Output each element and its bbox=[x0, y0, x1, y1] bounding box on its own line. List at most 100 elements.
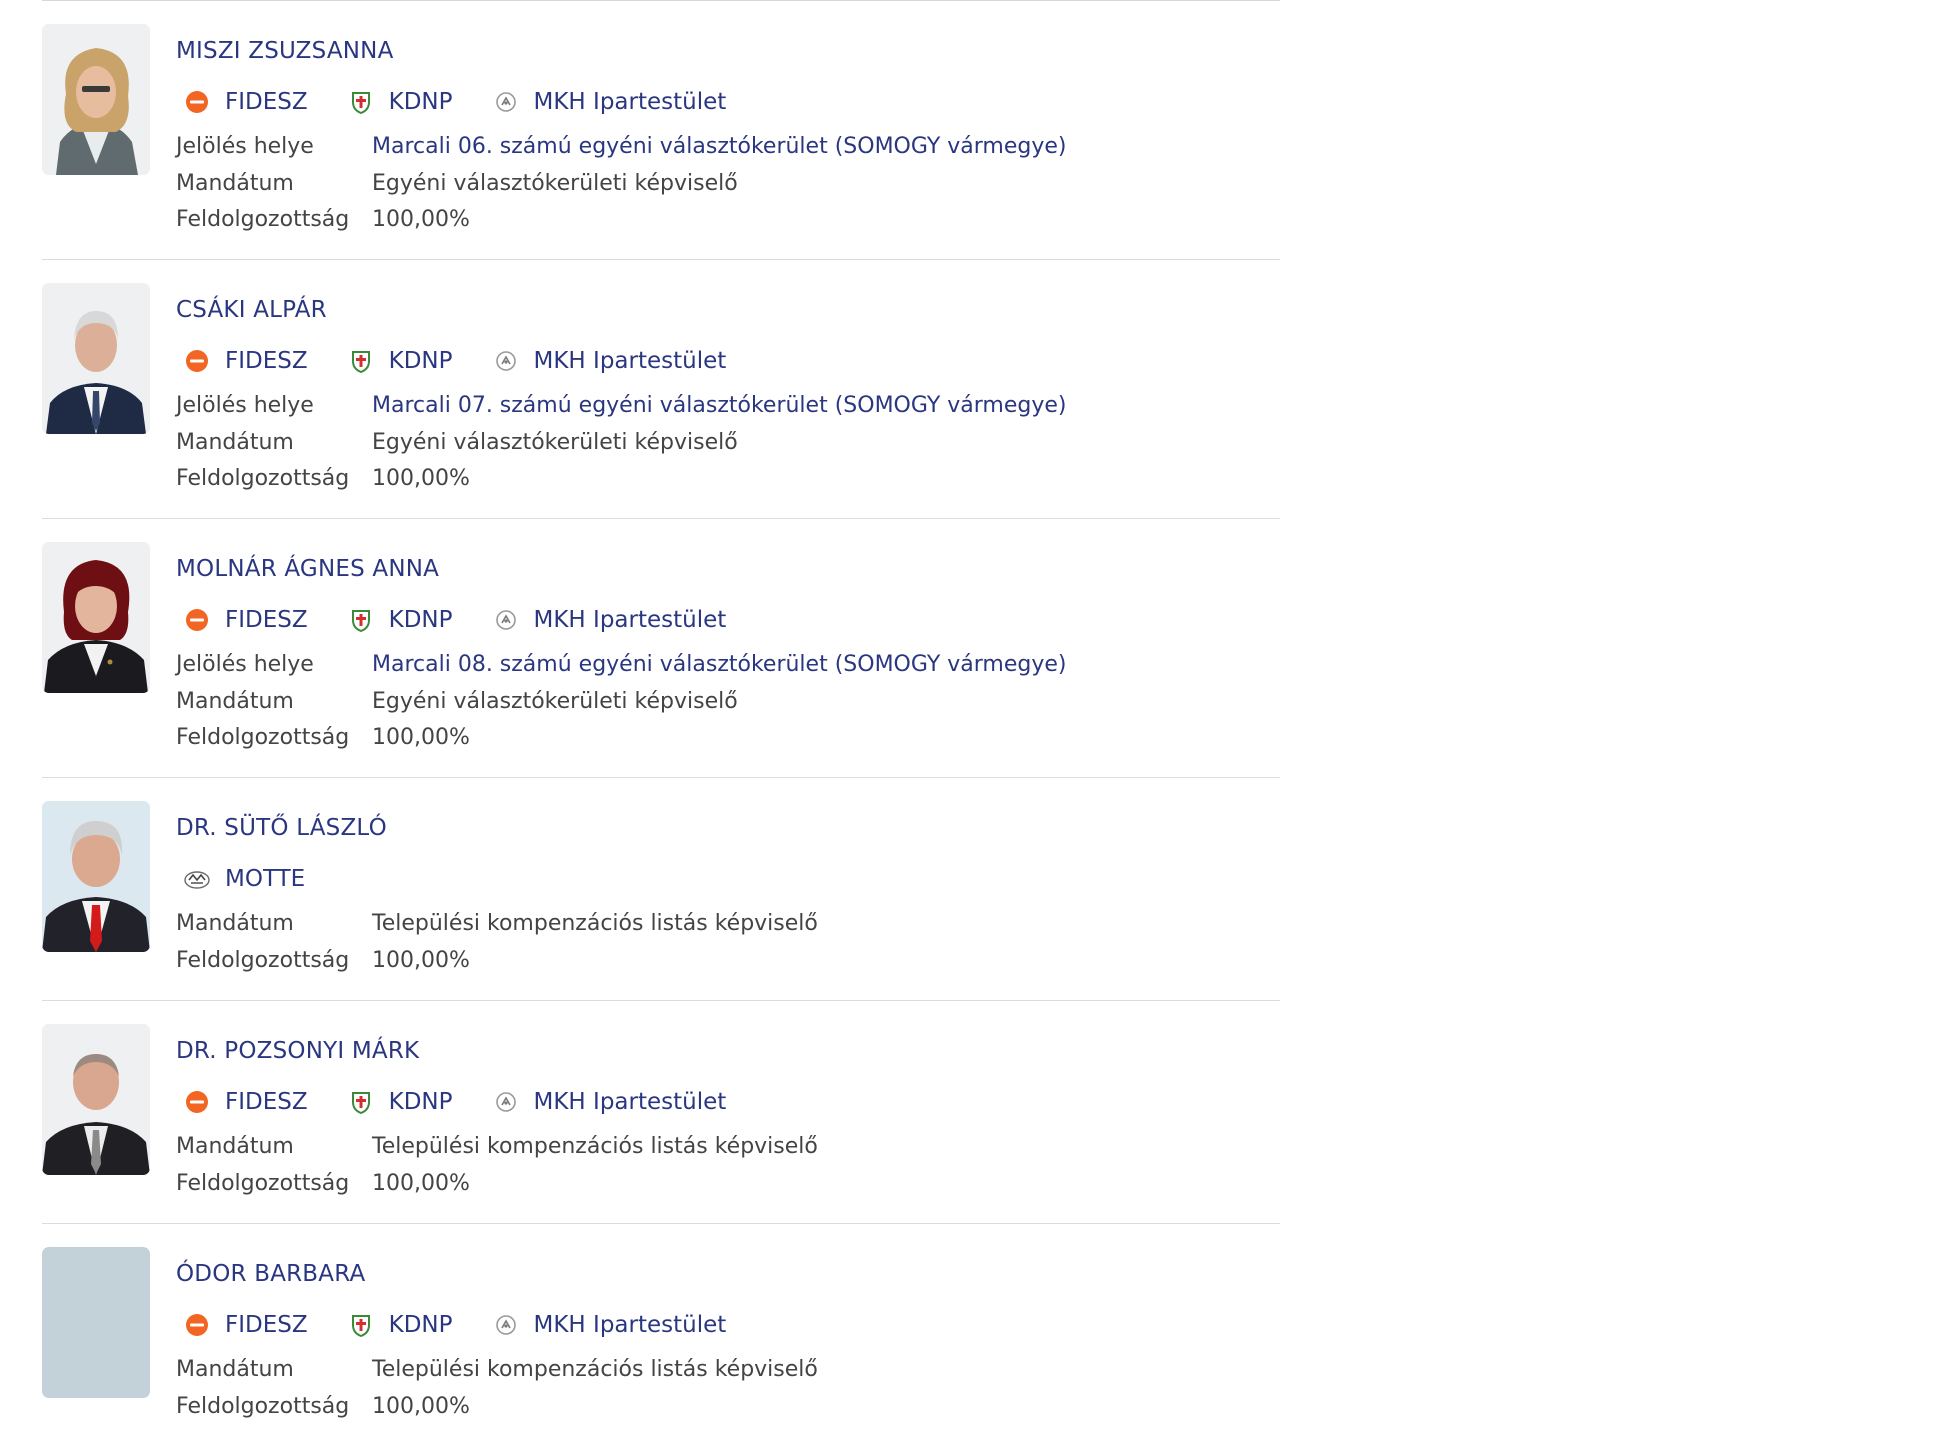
processing-value: 100,00% bbox=[372, 1393, 470, 1419]
party-name: FIDESZ bbox=[225, 1312, 308, 1338]
mkh-logo-icon bbox=[493, 89, 519, 115]
party-name: FIDESZ bbox=[225, 348, 308, 374]
field-label: Mandátum bbox=[176, 688, 294, 714]
party-name: MKH Ipartestület bbox=[533, 89, 727, 115]
field-label: Jelölés helye bbox=[176, 393, 314, 418]
district-link[interactable]: Marcali 08. számú egyéni választókerület… bbox=[372, 647, 1066, 684]
party-mkh[interactable]: MKH Ipartestület bbox=[485, 1087, 727, 1117]
field-jeloles: Jelölés helye Marcali 06. számú egyéni v… bbox=[176, 129, 1280, 166]
mandate-value: Települési kompenzációs listás képviselő bbox=[372, 911, 818, 936]
mandate-value: Egyéni választókerületi képviselő bbox=[372, 429, 738, 455]
processing-value: 100,00% bbox=[372, 207, 470, 232]
fidesz-logo-icon bbox=[184, 1312, 210, 1338]
processing-value: 100,00% bbox=[372, 466, 470, 491]
party-fidesz[interactable]: FIDESZ bbox=[176, 346, 308, 376]
processing-value: 100,00% bbox=[372, 725, 470, 750]
mkh-logo-icon bbox=[493, 607, 519, 633]
party-list: FIDESZ KDNP MKH Ipartestület bbox=[176, 1310, 1280, 1340]
field-jeloles: Jelölés helye Marcali 08. számú egyéni v… bbox=[176, 647, 1280, 684]
candidate-name-link[interactable]: CSÁKI ALPÁR bbox=[176, 296, 1280, 324]
field-mandatum: Mandátum Települési kompenzációs listás … bbox=[176, 1129, 1280, 1166]
candidate-list: MISZI ZSUZSANNA FIDESZ KDNP MKH Ipartest… bbox=[42, 1, 1280, 1447]
candidate-name-link[interactable]: MOLNÁR ÁGNES ANNA bbox=[176, 555, 1280, 583]
party-kdnp[interactable]: KDNP bbox=[340, 346, 453, 376]
party-fidesz[interactable]: FIDESZ bbox=[176, 87, 308, 117]
candidate-photo[interactable] bbox=[42, 1024, 150, 1175]
motte-logo-icon bbox=[184, 866, 210, 892]
field-feldolgozottsag: Feldolgozottság 100,00% bbox=[176, 720, 1280, 757]
candidate-name-link[interactable]: DR. POZSONYI MÁRK bbox=[176, 1037, 1280, 1065]
party-kdnp[interactable]: KDNP bbox=[340, 1310, 453, 1340]
mandate-value: Települési kompenzációs listás képviselő bbox=[372, 1357, 818, 1382]
party-list: FIDESZ KDNP MKH Ipartestület bbox=[176, 87, 1280, 117]
fidesz-logo-icon bbox=[184, 1089, 210, 1115]
candidate-photo[interactable] bbox=[42, 24, 150, 175]
field-mandatum: Mandátum Egyéni választókerületi képvise… bbox=[176, 425, 1280, 462]
kdnp-logo-icon bbox=[348, 1312, 374, 1338]
candidate-name-link[interactable]: DR. SÜTŐ LÁSZLÓ bbox=[176, 814, 1280, 842]
party-mkh[interactable]: MKH Ipartestület bbox=[485, 605, 727, 635]
party-name: FIDESZ bbox=[225, 1089, 308, 1115]
field-label: Feldolgozottság bbox=[176, 725, 350, 750]
field-label: Mandátum bbox=[176, 911, 294, 936]
party-name: KDNP bbox=[388, 348, 453, 374]
candidate-photo-placeholder bbox=[42, 1247, 150, 1398]
field-label: Mandátum bbox=[176, 1134, 294, 1159]
party-name: MKH Ipartestület bbox=[533, 1089, 727, 1115]
candidate-row: DR. POZSONYI MÁRK FIDESZ KDNP MKH Iparte… bbox=[42, 1001, 1280, 1224]
kdnp-logo-icon bbox=[348, 607, 374, 633]
candidate-row: MISZI ZSUZSANNA FIDESZ KDNP MKH Ipartest… bbox=[42, 1, 1280, 260]
kdnp-logo-icon bbox=[348, 348, 374, 374]
district-link[interactable]: Marcali 07. számú egyéni választókerület… bbox=[372, 388, 1066, 425]
party-name: MKH Ipartestület bbox=[533, 607, 727, 633]
party-mkh[interactable]: MKH Ipartestület bbox=[485, 1310, 727, 1340]
field-mandatum: Mandátum Egyéni választókerületi képvise… bbox=[176, 166, 1280, 203]
party-fidesz[interactable]: FIDESZ bbox=[176, 605, 308, 635]
candidate-name-link[interactable]: ÓDOR BARBARA bbox=[176, 1260, 1280, 1288]
processing-value: 100,00% bbox=[372, 947, 470, 973]
party-fidesz[interactable]: FIDESZ bbox=[176, 1087, 308, 1117]
field-label: Feldolgozottság bbox=[176, 466, 350, 491]
candidate-name-link[interactable]: MISZI ZSUZSANNA bbox=[176, 37, 1280, 65]
kdnp-logo-icon bbox=[348, 1089, 374, 1115]
district-link[interactable]: Marcali 06. számú egyéni választókerület… bbox=[372, 129, 1066, 166]
processing-value: 100,00% bbox=[372, 1170, 470, 1196]
party-kdnp[interactable]: KDNP bbox=[340, 1087, 453, 1117]
field-feldolgozottsag: Feldolgozottság 100,00% bbox=[176, 1166, 1280, 1203]
mkh-logo-icon bbox=[493, 1312, 519, 1338]
mandate-value: Egyéni választókerületi képviselő bbox=[372, 170, 738, 196]
field-mandatum: Mandátum Települési kompenzációs listás … bbox=[176, 906, 1280, 943]
party-motte[interactable]: MOTTE bbox=[176, 864, 305, 894]
mkh-logo-icon bbox=[493, 1089, 519, 1115]
candidate-row: MOLNÁR ÁGNES ANNA FIDESZ KDNP MKH Iparte… bbox=[42, 519, 1280, 778]
field-label: Jelölés helye bbox=[176, 134, 314, 159]
field-label: Mandátum bbox=[176, 170, 294, 196]
mandate-value: Települési kompenzációs listás képviselő bbox=[372, 1134, 818, 1159]
candidate-photo[interactable] bbox=[42, 801, 150, 952]
field-label: Jelölés helye bbox=[176, 652, 314, 677]
field-feldolgozottsag: Feldolgozottság 100,00% bbox=[176, 943, 1280, 980]
party-mkh[interactable]: MKH Ipartestület bbox=[485, 87, 727, 117]
mkh-logo-icon bbox=[493, 348, 519, 374]
field-label: Feldolgozottság bbox=[176, 207, 350, 232]
candidate-row: DR. SÜTŐ LÁSZLÓ MOTTE Mandátum Település… bbox=[42, 778, 1280, 1001]
party-list: FIDESZ KDNP MKH Ipartestület bbox=[176, 1087, 1280, 1117]
field-label: Feldolgozottság bbox=[176, 1393, 350, 1419]
field-mandatum: Mandátum Egyéni választókerületi képvise… bbox=[176, 684, 1280, 721]
field-jeloles: Jelölés helye Marcali 07. számú egyéni v… bbox=[176, 388, 1280, 425]
party-name: MKH Ipartestület bbox=[533, 348, 727, 374]
candidate-photo[interactable] bbox=[42, 283, 150, 434]
field-label: Feldolgozottság bbox=[176, 947, 350, 973]
kdnp-logo-icon bbox=[348, 89, 374, 115]
fidesz-logo-icon bbox=[184, 607, 210, 633]
party-name: MKH Ipartestület bbox=[533, 1312, 727, 1338]
party-kdnp[interactable]: KDNP bbox=[340, 87, 453, 117]
party-name: FIDESZ bbox=[225, 89, 308, 115]
candidate-row: CSÁKI ALPÁR FIDESZ KDNP MKH Ipartestület… bbox=[42, 260, 1280, 519]
party-fidesz[interactable]: FIDESZ bbox=[176, 1310, 308, 1340]
field-label: Mandátum bbox=[176, 1357, 294, 1382]
candidate-photo[interactable] bbox=[42, 542, 150, 693]
field-label: Feldolgozottság bbox=[176, 1170, 350, 1196]
party-kdnp[interactable]: KDNP bbox=[340, 605, 453, 635]
party-mkh[interactable]: MKH Ipartestület bbox=[485, 346, 727, 376]
